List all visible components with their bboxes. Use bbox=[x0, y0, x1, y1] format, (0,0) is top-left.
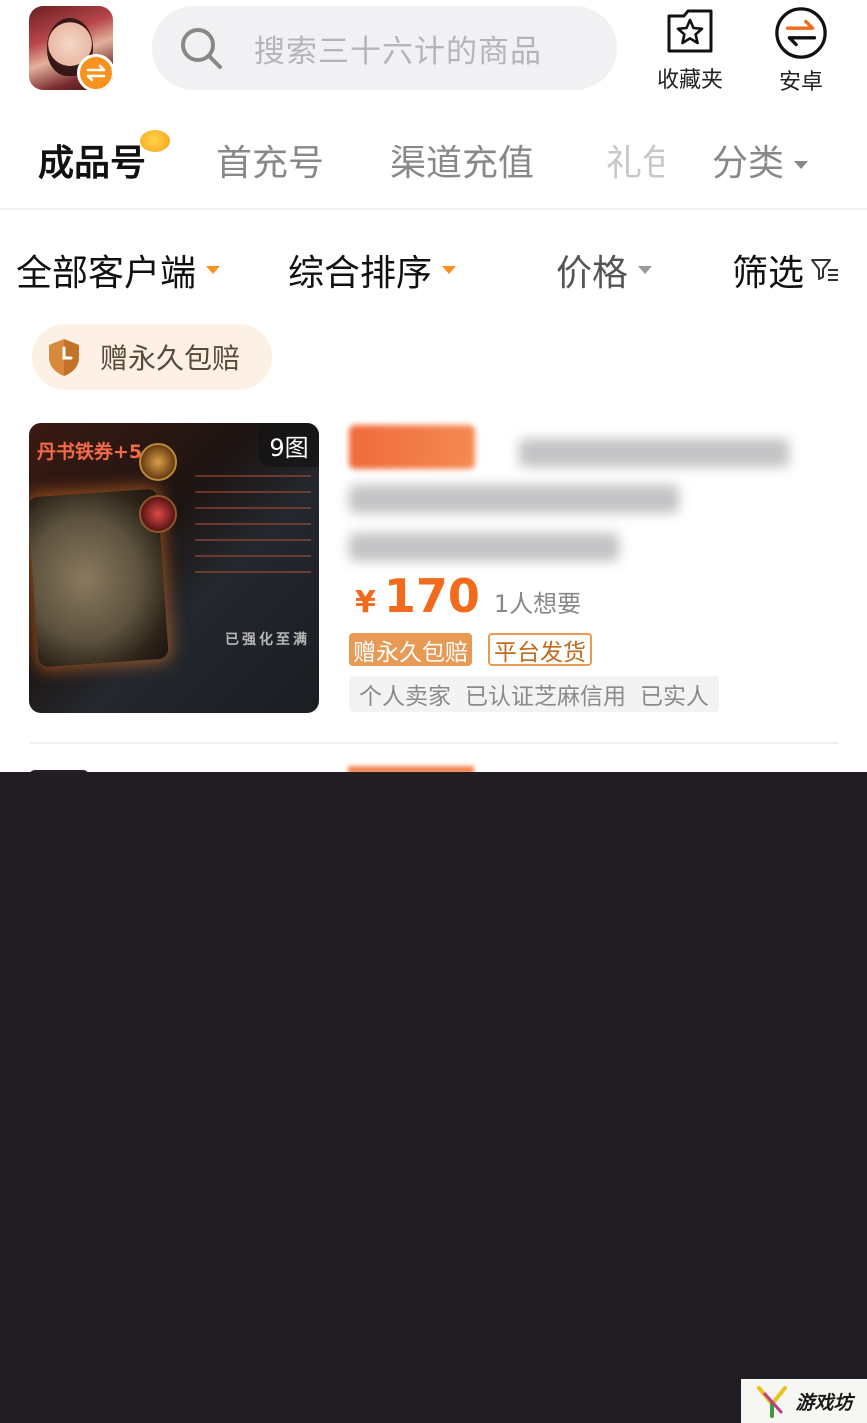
product-thumbnail[interactable]: 丹书铁券+5 已强化至满 9图 bbox=[29, 423, 319, 713]
price-row: ¥ 170 1人想要 bbox=[355, 569, 581, 623]
tab-gift-pack[interactable]: 礼包 bbox=[606, 134, 664, 186]
sort-filter[interactable]: 综合排序 bbox=[288, 244, 457, 296]
chevron-down-icon bbox=[442, 266, 457, 274]
search-icon bbox=[181, 28, 222, 69]
category-tabs: 成品号 首充号 渠道充值 礼包 分类 bbox=[0, 118, 867, 198]
filter-icon bbox=[811, 259, 839, 281]
platform-label: 安卓 bbox=[778, 70, 823, 95]
star-folder-icon bbox=[667, 9, 713, 53]
guarantee-chip[interactable]: 赠永久包赔 bbox=[32, 324, 272, 390]
platform-delivery-badge: 平台发货 bbox=[488, 633, 592, 666]
blurred-tag bbox=[349, 425, 475, 469]
price: 170 bbox=[383, 569, 480, 623]
swap-badge-icon bbox=[77, 54, 113, 90]
image-count-badge: 9图 bbox=[259, 423, 319, 467]
hot-dot-icon bbox=[140, 130, 170, 152]
divider bbox=[0, 208, 867, 210]
product-card[interactable]: 丹书铁券+5 已强化至满 9图 ¥ 170 1人想要 赠永久包赔 平台发货 个人… bbox=[29, 423, 839, 723]
filter-bar: 全部客户端 综合排序 价格 筛选 bbox=[0, 230, 867, 302]
price-filter[interactable]: 价格 bbox=[556, 244, 653, 296]
watermark: 游戏坊 bbox=[741, 1379, 867, 1423]
tab-category[interactable]: 分类 bbox=[712, 134, 809, 186]
top-header: 搜索三十六计的商品 收藏夹 安卓 bbox=[0, 0, 867, 105]
site-logo-icon bbox=[757, 1386, 788, 1418]
blurred-title bbox=[349, 533, 619, 561]
chevron-down-icon bbox=[794, 161, 809, 169]
shield-clock-icon bbox=[49, 339, 79, 376]
chevron-down-icon bbox=[206, 266, 221, 274]
thumbnail-header: 丹书铁券+5 bbox=[37, 441, 143, 463]
seller-tag: 个人卖家 bbox=[359, 684, 451, 710]
seller-tag: 已实人 bbox=[640, 684, 709, 710]
thumbnail-caption: 已强化至满 bbox=[225, 632, 310, 648]
advanced-filter[interactable]: 筛选 bbox=[732, 244, 840, 296]
stats-panel bbox=[189, 461, 317, 611]
favorites-label: 收藏夹 bbox=[656, 68, 723, 93]
blurred-title bbox=[349, 485, 679, 513]
switch-platform-icon bbox=[775, 7, 827, 59]
client-filter[interactable]: 全部客户端 bbox=[16, 244, 221, 296]
currency-symbol: ¥ bbox=[355, 585, 376, 620]
seller-tags: 个人卖家 已认证芝麻信用 已实人 bbox=[349, 676, 719, 712]
dark-overlay bbox=[0, 772, 867, 1423]
tab-first-recharge[interactable]: 首充号 bbox=[216, 134, 324, 186]
chip-label: 赠永久包赔 bbox=[100, 342, 241, 375]
platform-switch-button[interactable]: 安卓 bbox=[756, 6, 846, 96]
search-input[interactable]: 搜索三十六计的商品 bbox=[152, 6, 617, 90]
badge-row: 赠永久包赔 平台发货 bbox=[349, 633, 592, 666]
equipment-icon bbox=[139, 495, 177, 533]
watermark-text: 游戏坊 bbox=[795, 1391, 853, 1414]
game-app-icon[interactable] bbox=[29, 6, 113, 90]
blurred-title bbox=[519, 439, 789, 467]
search-placeholder: 搜索三十六计的商品 bbox=[254, 33, 542, 70]
guarantee-badge: 赠永久包赔 bbox=[349, 633, 472, 666]
seller-tag: 已认证芝麻信用 bbox=[465, 684, 626, 710]
favorites-button[interactable]: 收藏夹 bbox=[645, 6, 735, 96]
tab-finished-account[interactable]: 成品号 bbox=[38, 134, 146, 186]
tab-channel-recharge[interactable]: 渠道充值 bbox=[390, 134, 534, 186]
equipment-icon bbox=[139, 443, 177, 481]
chevron-down-icon bbox=[638, 266, 653, 274]
divider bbox=[29, 742, 839, 744]
wants-count: 1人想要 bbox=[493, 590, 582, 618]
